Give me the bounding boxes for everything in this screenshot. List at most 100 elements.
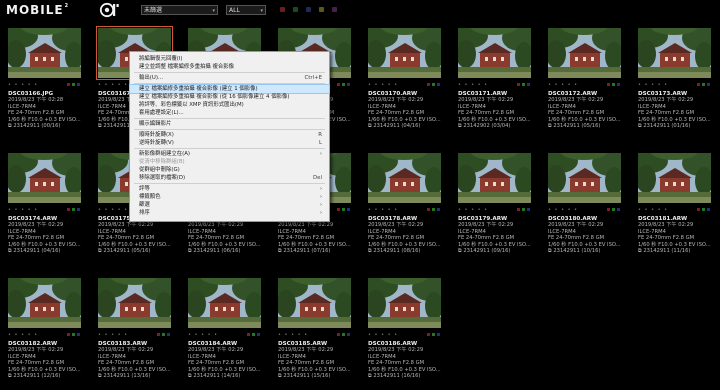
red-label-dot[interactable]: [517, 83, 520, 86]
green-label-dot[interactable]: [72, 83, 75, 86]
context-menu-item[interactable]: 建立 檔案編修多重拍攝 複合影像 (從 16 個影像建立 4 個影像): [130, 93, 329, 101]
red-label-dot[interactable]: [427, 333, 430, 336]
photo-cell[interactable]: • • • • • DSC03166.JPG 2019/8/23 下午 02:28 I…: [0, 20, 90, 140]
photo-thumbnail[interactable]: [548, 28, 621, 78]
photo-cell[interactable]: • • • • • DSC03173.ARW 2019/8/23 下午 02:29 I…: [630, 20, 720, 140]
photo-thumbnail[interactable]: [368, 28, 441, 78]
color-label-swatch[interactable]: [306, 7, 311, 12]
rating-stars[interactable]: • • • • •: [548, 207, 578, 213]
context-menu-item[interactable]: 評等 ›: [130, 185, 329, 193]
blue-label-dot[interactable]: [77, 83, 80, 86]
green-label-dot[interactable]: [252, 333, 255, 336]
photo-thumbnail[interactable]: [368, 153, 441, 203]
photo-cell[interactable]: • • • • • DSC03183.ARW 2019/8/23 下午 02:29 I…: [90, 270, 180, 390]
color-label-dots[interactable]: [67, 333, 83, 337]
color-label-dots[interactable]: [517, 83, 533, 87]
color-label-dots[interactable]: [67, 83, 83, 87]
color-label-dots[interactable]: [337, 333, 353, 337]
photo-thumbnail[interactable]: [638, 28, 711, 78]
photo-thumbnail[interactable]: [188, 278, 261, 328]
red-label-dot[interactable]: [67, 83, 70, 86]
red-label-dot[interactable]: [427, 83, 430, 86]
color-label-dots[interactable]: [697, 83, 713, 87]
photo-cell[interactable]: • • • • • DSC03182.ARW 2019/8/23 下午 02:29 I…: [0, 270, 90, 390]
photo-cell[interactable]: • • • • • DSC03180.ARW 2019/8/23 下午 02:29 I…: [540, 145, 630, 265]
context-menu-item[interactable]: 標籤顏色 ›: [130, 193, 329, 201]
rating-stars[interactable]: • • • • •: [368, 207, 398, 213]
color-label-swatch[interactable]: [293, 7, 298, 12]
photo-thumbnail[interactable]: [458, 28, 531, 78]
context-menu-item[interactable]: 篩選 ›: [130, 201, 329, 209]
context-menu-item[interactable]: 移除選取的檔案(D) Del: [130, 174, 329, 182]
green-label-dot[interactable]: [342, 333, 345, 336]
photo-thumbnail[interactable]: [368, 278, 441, 328]
color-label-dots[interactable]: [427, 333, 443, 337]
green-label-dot[interactable]: [522, 83, 525, 86]
rating-stars[interactable]: • • • • •: [368, 332, 398, 338]
context-menu-item[interactable]: 從群組中刪除(G): [130, 166, 329, 174]
rating-stars[interactable]: • • • • •: [638, 82, 668, 88]
context-menu-item[interactable]: 順時針旋轉(X) R: [130, 131, 329, 139]
color-label-dots[interactable]: [337, 83, 353, 87]
color-label-dots[interactable]: [337, 208, 353, 212]
blue-label-dot[interactable]: [257, 333, 260, 336]
green-label-dot[interactable]: [432, 208, 435, 211]
color-label-dots[interactable]: [157, 333, 173, 337]
blue-label-dot[interactable]: [347, 333, 350, 336]
red-label-dot[interactable]: [157, 333, 160, 336]
photo-cell[interactable]: • • • • • DSC03184.ARW 2019/8/23 下午 02:29 I…: [180, 270, 270, 390]
red-label-dot[interactable]: [337, 83, 340, 86]
photo-cell[interactable]: • • • • • DSC03170.ARW 2019/8/23 下午 02:29 I…: [360, 20, 450, 140]
blue-label-dot[interactable]: [437, 83, 440, 86]
blue-label-dot[interactable]: [167, 333, 170, 336]
scope-dropdown[interactable]: ALL ▾: [226, 5, 266, 15]
context-menu-item[interactable]: 顯示編輯影片: [130, 120, 329, 128]
blue-label-dot[interactable]: [347, 83, 350, 86]
color-label-dots[interactable]: [427, 83, 443, 87]
red-label-dot[interactable]: [67, 208, 70, 211]
photo-cell[interactable]: • • • • • DSC03178.ARW 2019/8/23 下午 02:29 I…: [360, 145, 450, 265]
color-label-swatch[interactable]: [280, 7, 285, 12]
color-label-swatch[interactable]: [332, 7, 337, 12]
color-label-dots[interactable]: [607, 83, 623, 87]
rating-stars[interactable]: • • • • •: [368, 82, 398, 88]
photo-thumbnail[interactable]: [8, 28, 81, 78]
green-label-dot[interactable]: [702, 83, 705, 86]
blue-label-dot[interactable]: [437, 208, 440, 211]
photo-cell[interactable]: • • • • • DSC03181.ARW 2019/8/23 下午 02:29 I…: [630, 145, 720, 265]
red-label-dot[interactable]: [517, 208, 520, 211]
green-label-dot[interactable]: [342, 208, 345, 211]
rating-stars[interactable]: • • • • •: [8, 332, 38, 338]
red-label-dot[interactable]: [607, 208, 610, 211]
red-label-dot[interactable]: [67, 333, 70, 336]
rating-stars[interactable]: • • • • •: [458, 82, 488, 88]
context-menu-item[interactable]: 將編輯復元回覆(I): [130, 55, 329, 63]
blue-label-dot[interactable]: [77, 333, 80, 336]
rating-stars[interactable]: • • • • •: [188, 332, 218, 338]
green-label-dot[interactable]: [522, 208, 525, 211]
red-label-dot[interactable]: [337, 208, 340, 211]
context-menu-item[interactable]: 將評等、彩色標籤以 XMP 資訊形式匯出(M): [130, 101, 329, 109]
green-label-dot[interactable]: [612, 83, 615, 86]
color-label-dots[interactable]: [427, 208, 443, 212]
red-label-dot[interactable]: [697, 208, 700, 211]
context-menu-item[interactable]: 建立 檔案編修多重拍攝 複合影像 (建立 1 個影像): [129, 84, 330, 94]
context-menu-item[interactable]: 建立並調整 檔案編修多重拍攝 複合影像: [130, 63, 329, 71]
blue-label-dot[interactable]: [617, 208, 620, 211]
red-label-dot[interactable]: [337, 333, 340, 336]
blue-label-dot[interactable]: [617, 83, 620, 86]
photo-cell[interactable]: • • • • • DSC03185.ARW 2019/8/23 下午 02:29 I…: [270, 270, 360, 390]
photo-thumbnail[interactable]: [458, 153, 531, 203]
blue-label-dot[interactable]: [707, 83, 710, 86]
green-label-dot[interactable]: [702, 208, 705, 211]
photo-cell[interactable]: • • • • • DSC03179.ARW 2019/8/23 下午 02:29 I…: [450, 145, 540, 265]
photo-thumbnail[interactable]: [8, 278, 81, 328]
rating-stars[interactable]: • • • • •: [98, 332, 128, 338]
green-label-dot[interactable]: [72, 208, 75, 211]
context-menu-item[interactable]: 排序 ›: [130, 209, 329, 217]
red-label-dot[interactable]: [247, 333, 250, 336]
context-menu-item[interactable]: 輸出(U)... Ctrl+E: [130, 74, 329, 82]
red-label-dot[interactable]: [697, 83, 700, 86]
color-label-dots[interactable]: [697, 208, 713, 212]
blue-label-dot[interactable]: [347, 208, 350, 211]
